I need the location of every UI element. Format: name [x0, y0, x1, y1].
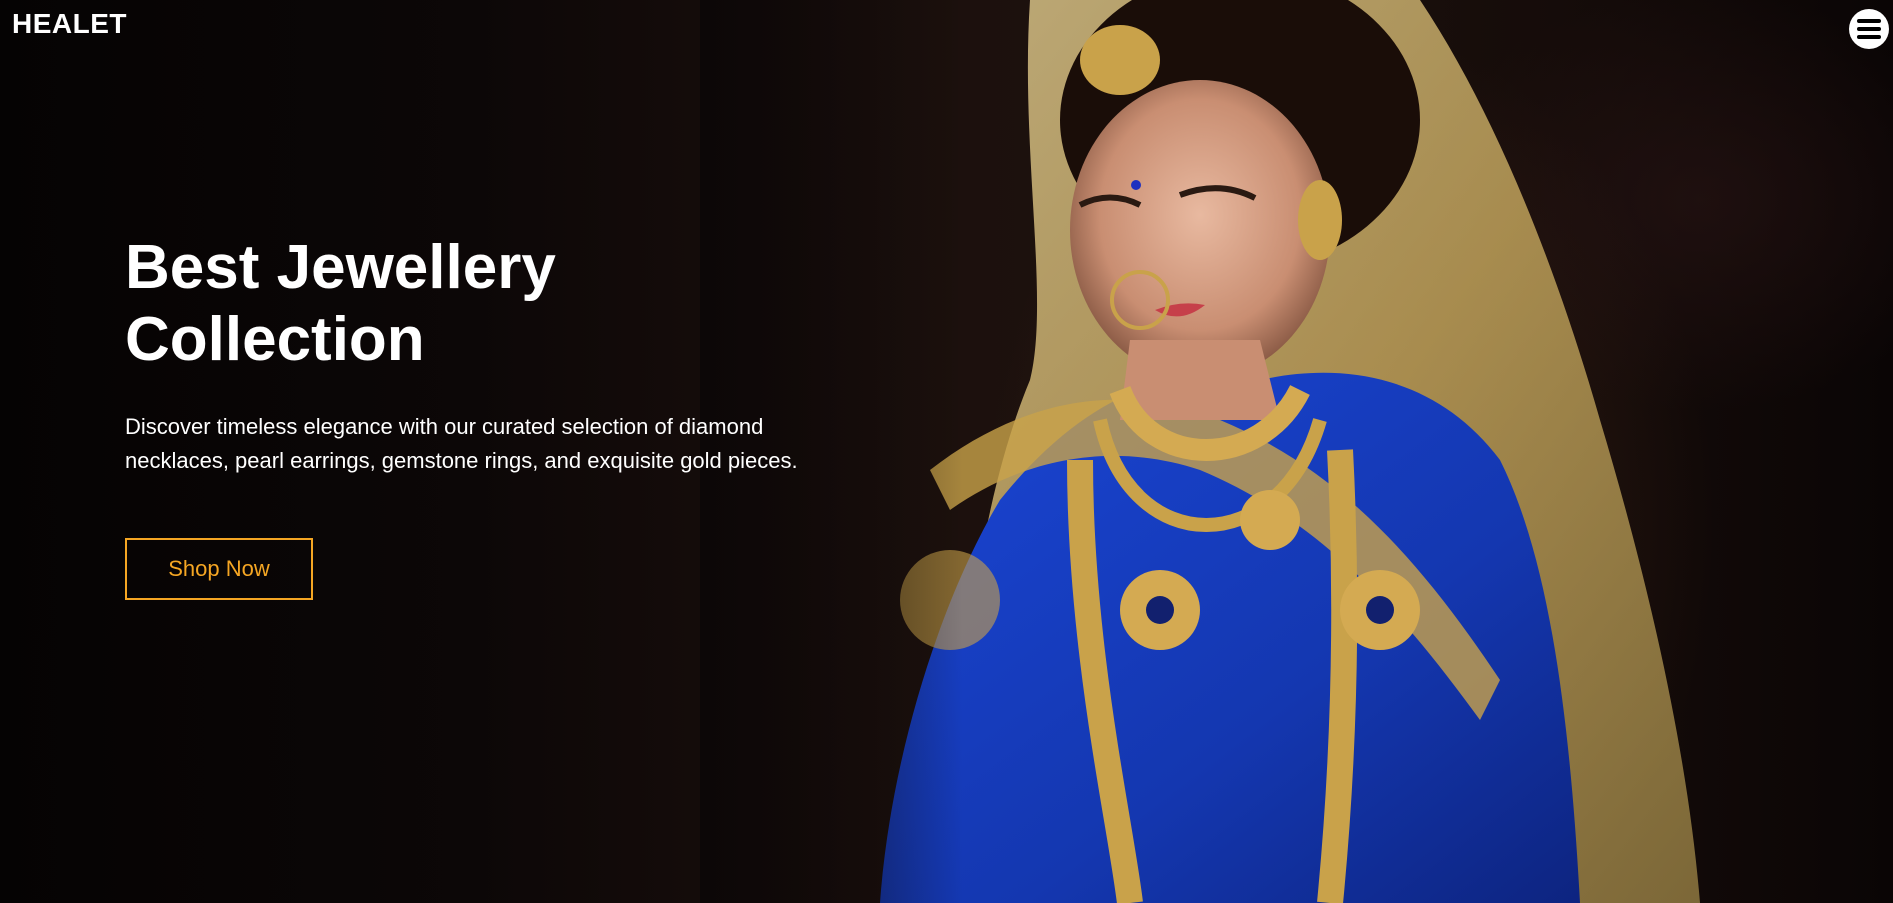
hero-headline: Best Jewellery Collection	[125, 232, 845, 376]
menu-button[interactable]	[1849, 9, 1889, 49]
hero-headline-line2: Collection	[125, 305, 425, 374]
hero-description-line2: necklaces, pearl earrings, gemstone ring…	[125, 448, 798, 473]
hero-description: Discover timeless elegance with our cura…	[125, 410, 845, 478]
hamburger-menu-icon	[1857, 19, 1881, 39]
brand-logo[interactable]: HEALET	[12, 8, 127, 40]
hero-headline-line1: Best Jewellery	[125, 233, 556, 302]
hero-content: Best Jewellery Collection Discover timel…	[125, 232, 845, 600]
hero-section: HEALET Best Jewellery Collection Discove…	[0, 0, 1893, 903]
hero-photo	[700, 0, 1750, 903]
shop-now-button[interactable]: Shop Now	[125, 538, 313, 600]
hero-description-line1: Discover timeless elegance with our cura…	[125, 414, 764, 439]
